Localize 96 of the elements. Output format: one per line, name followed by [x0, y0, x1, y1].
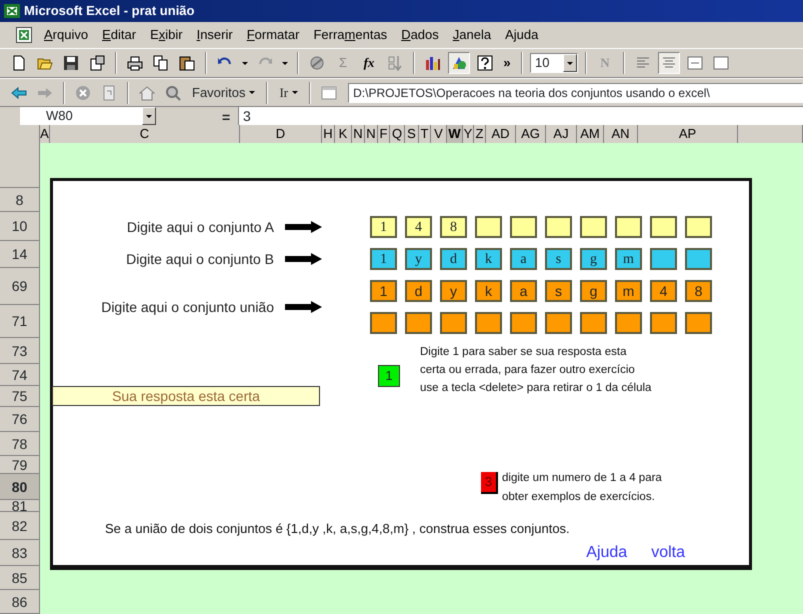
column-header[interactable]: Y [463, 125, 474, 143]
column-header[interactable]: AM [577, 125, 604, 143]
set-cell[interactable] [580, 312, 607, 334]
set-cell[interactable]: a [510, 280, 537, 302]
set-label: Digite aqui o conjunto B [125, 250, 275, 269]
set-cell[interactable]: s [545, 280, 572, 302]
set-cell[interactable]: 4 [650, 280, 677, 302]
caret-icon[interactable] [282, 62, 288, 64]
set-cell[interactable] [475, 312, 502, 334]
font-size-field[interactable]: 10 [530, 53, 578, 73]
set-label: Digite aqui o conjunto união [100, 298, 275, 317]
set-cell[interactable]: d [405, 280, 432, 302]
set-cell[interactable] [475, 216, 502, 238]
document-icon[interactable] [16, 27, 32, 43]
set-label: Digite aqui o conjunto A [126, 218, 275, 237]
menu-item[interactable]: Inserir [194, 25, 235, 45]
set-cell[interactable] [370, 312, 397, 334]
set-cell[interactable]: d [440, 248, 467, 270]
formula-field[interactable]: 3 [238, 107, 803, 125]
set-cell[interactable] [440, 312, 467, 334]
arrow-icon [285, 253, 322, 265]
set-cell[interactable] [545, 216, 572, 238]
set-cell[interactable]: 1 [370, 216, 397, 238]
set-cell[interactable]: k [475, 280, 502, 302]
set-cell[interactable]: s [545, 248, 572, 270]
set-cell[interactable]: 4 [405, 216, 432, 238]
set-cell[interactable]: g [580, 280, 607, 302]
equals-sign: = [222, 108, 232, 125]
menu-item[interactable]: Editar [100, 25, 138, 45]
set-cell[interactable]: 1 [370, 280, 397, 302]
column-header[interactable]: Q [390, 125, 405, 143]
menu-item[interactable]: Exibir [148, 25, 185, 45]
dropdown-arrow-icon[interactable] [146, 114, 152, 118]
arrow-icon [285, 301, 322, 313]
address-field[interactable]: D:\PROJETOS\Operacoes na teoria dos conjuntos usando o excel\ [348, 82, 803, 102]
favorites-menu[interactable]: Favoritos [188, 82, 260, 102]
set-cell[interactable] [615, 216, 642, 238]
row-header[interactable]: 80 [0, 474, 40, 500]
set-cell[interactable] [650, 216, 677, 238]
column-header[interactable]: V [431, 125, 447, 143]
column-header[interactable]: H [322, 125, 335, 143]
column-header[interactable]: A [40, 125, 50, 143]
menu-item[interactable]: Arquivo [42, 25, 90, 45]
go-menu[interactable]: Ir [275, 82, 302, 102]
check-cell[interactable]: 1 [378, 365, 400, 387]
excel-icon [4, 4, 20, 18]
column-header[interactable]: F [378, 125, 390, 143]
align-center-icon[interactable] [658, 52, 680, 74]
set-cell[interactable] [685, 312, 712, 334]
map-icon[interactable] [448, 52, 470, 74]
menu-item[interactable]: Ajuda [503, 25, 540, 45]
window-title: Microsoft Excel - prat união [24, 2, 194, 20]
set-cell[interactable] [615, 312, 642, 334]
caret-icon[interactable] [249, 91, 256, 94]
menu-item[interactable]: Janela [450, 25, 494, 45]
set-cell[interactable]: k [475, 248, 502, 270]
set-cell[interactable]: g [580, 248, 607, 270]
menu-item[interactable]: Dados [399, 25, 441, 45]
set-cell[interactable]: m [615, 248, 642, 270]
set-cell[interactable]: y [405, 248, 432, 270]
example-text: digite um numero de 1 a 4 para obter exemplos de exercícios. [502, 471, 662, 505]
name-box[interactable]: W80 [20, 107, 142, 125]
link[interactable]: volta [651, 540, 685, 564]
set-cell[interactable] [580, 216, 607, 238]
column-header[interactable]: T [419, 125, 431, 143]
column-header[interactable]: W [447, 125, 463, 143]
caret-icon[interactable] [242, 62, 248, 64]
set-cell[interactable]: 8 [440, 216, 467, 238]
result-message: Sua resposta esta certa [52, 386, 320, 406]
set-cell[interactable] [685, 248, 712, 270]
set-cell[interactable]: y [440, 280, 467, 302]
column-header[interactable]: N [365, 125, 378, 143]
menu-item[interactable]: Formatar [244, 25, 302, 45]
menu-item[interactable]: Ferramentas [311, 25, 390, 45]
set-cell[interactable]: 1 [370, 248, 397, 270]
set-cell[interactable] [510, 312, 537, 334]
instructions-text: Digite 1 para saber se sua resposta esta certa ou errada, para fazer outro exercício use a tecla <delete> para retirar o 1 da célula [420, 345, 652, 396]
set-cell[interactable]: 8 [685, 280, 712, 302]
set-cell[interactable]: a [510, 248, 537, 270]
column-header[interactable]: S [405, 125, 419, 143]
set-cell[interactable] [510, 216, 537, 238]
set-cell[interactable] [405, 312, 432, 334]
set-cell[interactable]: m [615, 280, 642, 302]
dropdown-arrow-icon[interactable] [567, 62, 573, 64]
set-cell[interactable] [650, 312, 677, 334]
set-cell[interactable] [545, 312, 572, 334]
column-header[interactable]: Z [474, 125, 486, 143]
arrow-icon [285, 221, 322, 233]
function-button[interactable]: fx [358, 52, 380, 74]
caret-icon[interactable] [292, 91, 298, 94]
set-cell[interactable] [650, 248, 677, 270]
question-text: Se a união de dois conjuntos é {1,d,y ,k, a,s,g,4,8,m} , construa esses conjuntos. [104, 520, 571, 538]
set-cell[interactable] [685, 216, 712, 238]
column-header[interactable]: N [352, 125, 365, 143]
more-button[interactable]: » [500, 52, 514, 74]
link[interactable]: Ajuda [586, 540, 628, 564]
